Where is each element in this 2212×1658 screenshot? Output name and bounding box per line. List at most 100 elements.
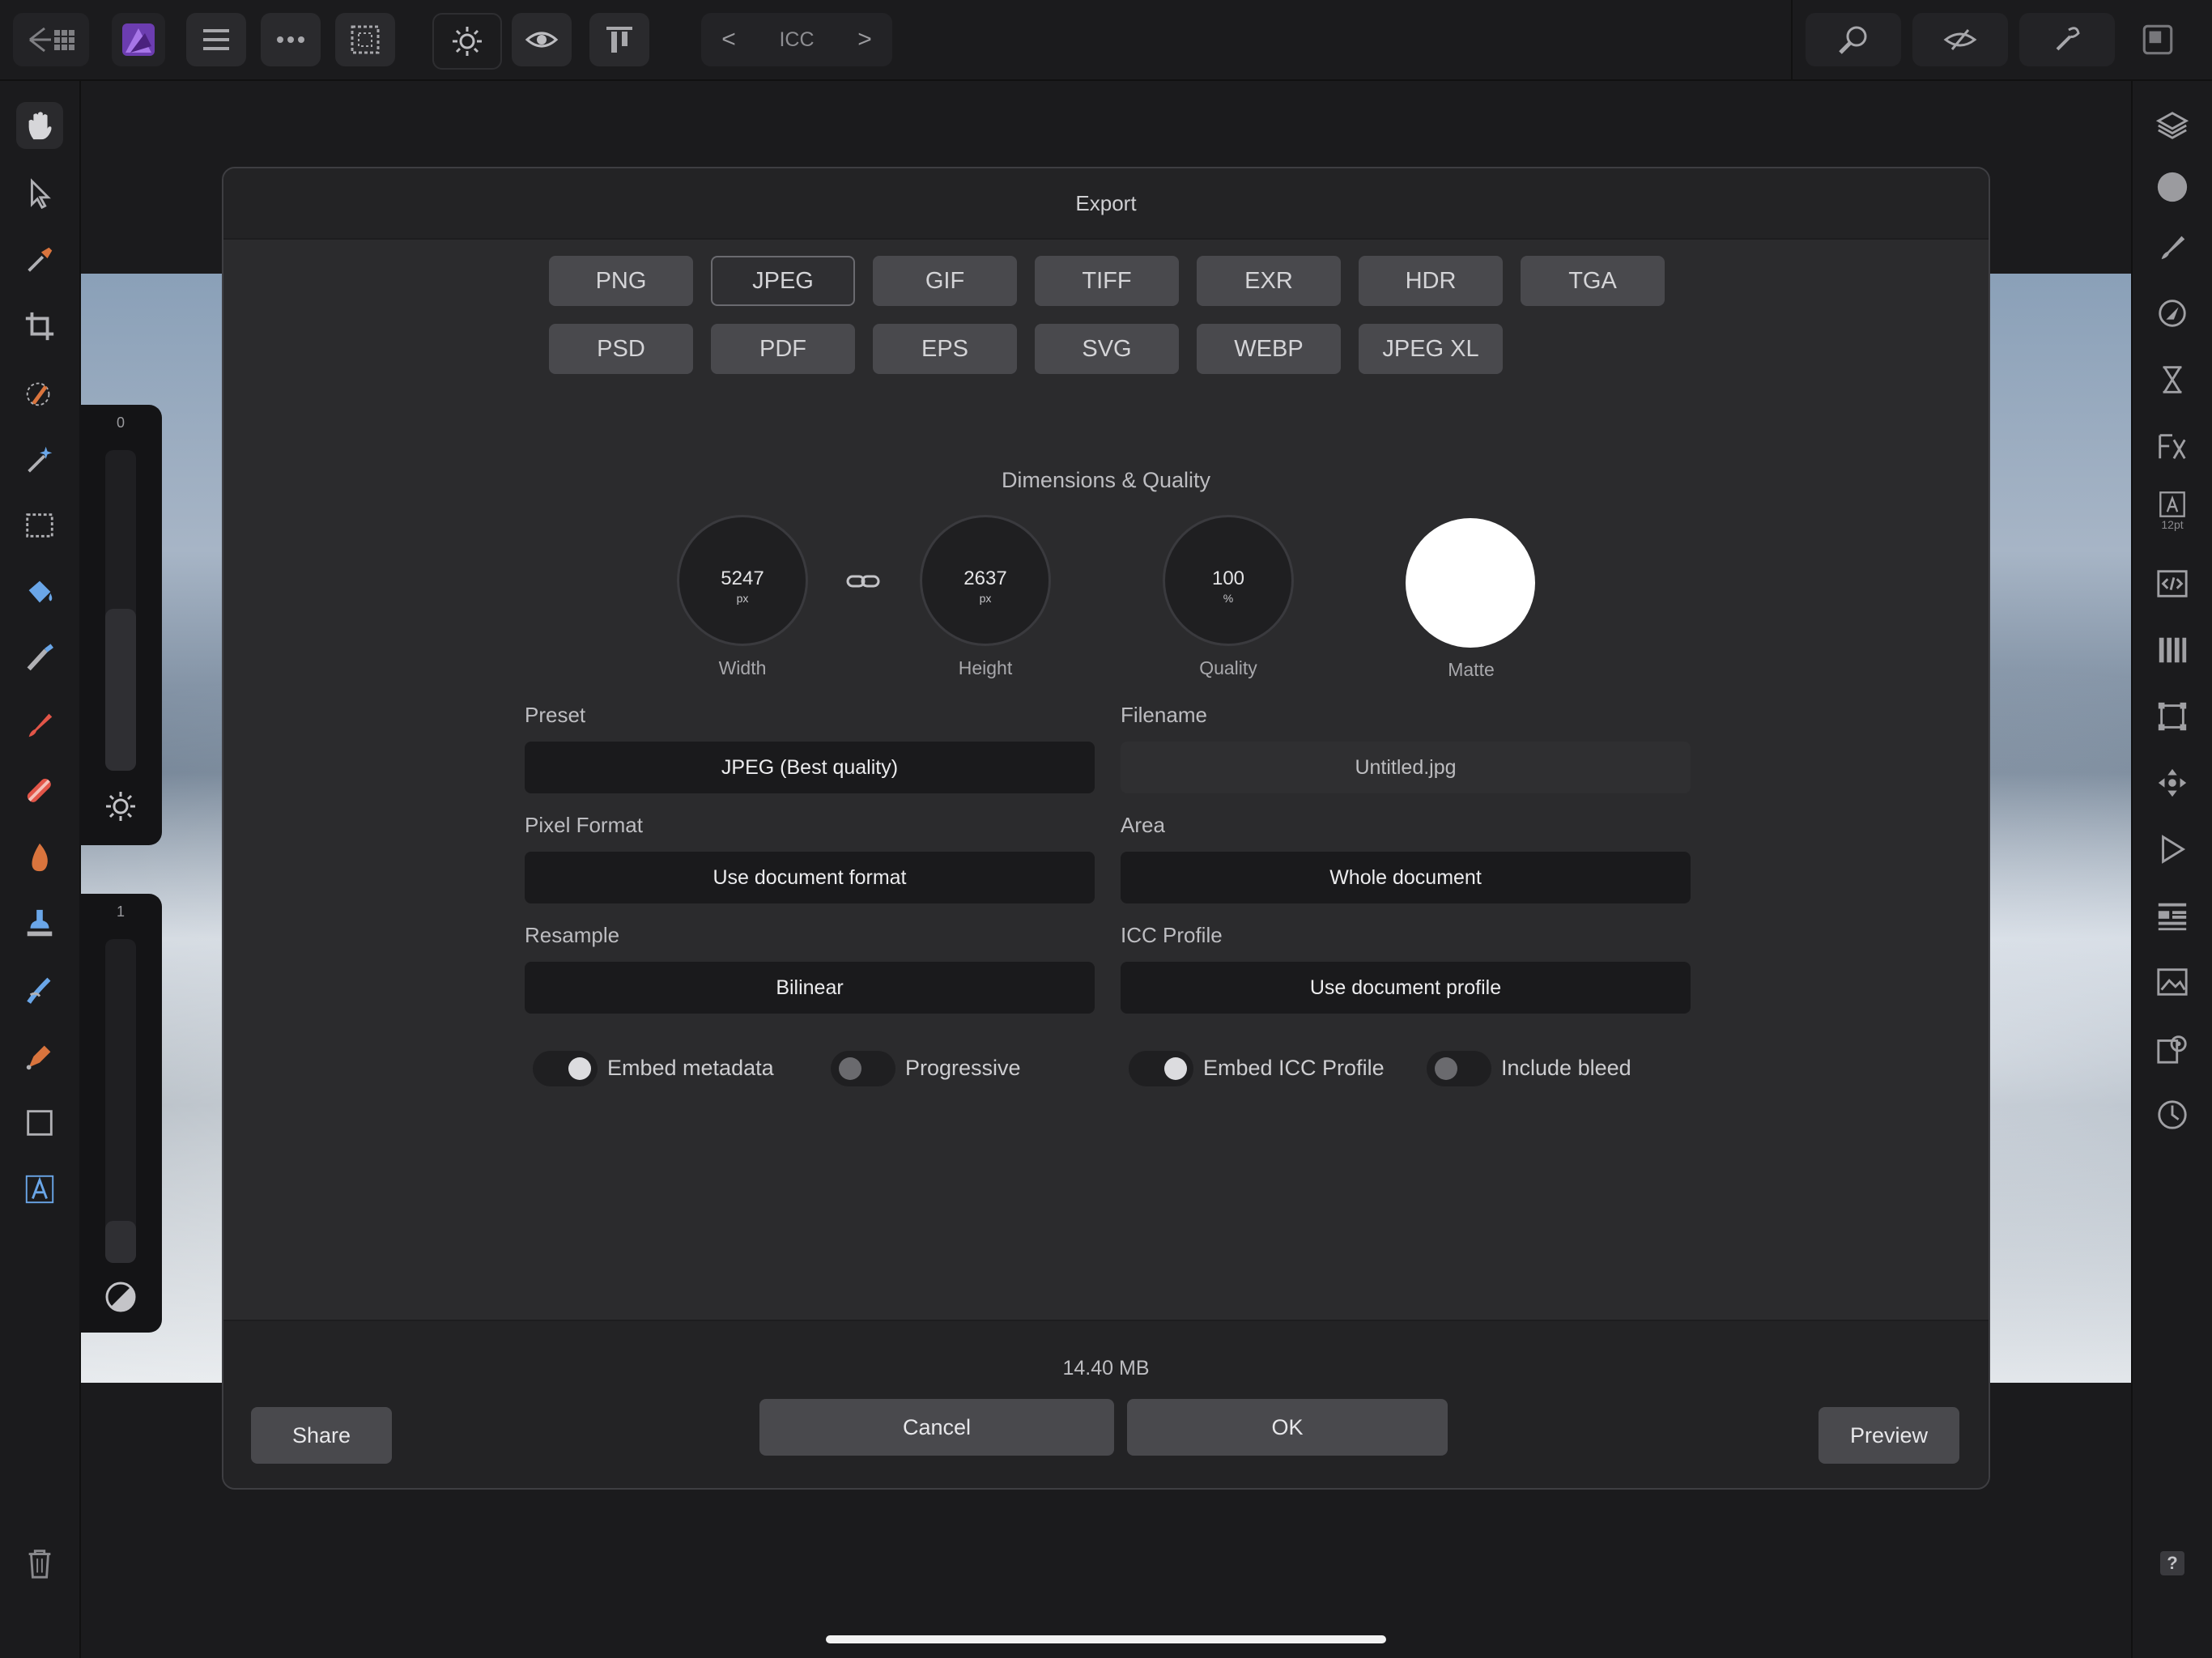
icc-label: ICC xyxy=(779,28,815,51)
preset-dropdown[interactable]: JPEG (Best quality) xyxy=(525,742,1095,793)
brushes-studio-button[interactable] xyxy=(2149,223,2196,270)
filename-input[interactable]: Untitled.jpg xyxy=(1121,742,1691,793)
character-studio-button[interactable]: 12pt xyxy=(2149,487,2196,534)
previous-button[interactable]: < xyxy=(713,26,745,53)
stock-studio-button[interactable] xyxy=(2149,959,2196,1005)
marquee-tool[interactable] xyxy=(16,502,63,549)
selection-brush-tool[interactable] xyxy=(16,369,63,416)
matte-color-swatch[interactable] xyxy=(1406,518,1535,648)
pixel-format-dropdown[interactable]: Use document format xyxy=(525,852,1095,903)
view-tool[interactable] xyxy=(16,102,63,149)
width-dial[interactable]: 5247 px xyxy=(677,515,808,646)
crop-tool[interactable] xyxy=(16,303,63,350)
format-exr-button[interactable]: EXR xyxy=(1197,256,1341,306)
preview-button[interactable]: Preview xyxy=(1819,1407,1959,1464)
format-eps-button[interactable]: EPS xyxy=(873,324,1017,374)
macro-play-button[interactable] xyxy=(2149,826,2196,873)
area-dropdown[interactable]: Whole document xyxy=(1121,852,1691,903)
format-pdf-button[interactable]: PDF xyxy=(711,324,855,374)
shape-tool[interactable] xyxy=(16,1099,63,1146)
embed-icc-profile-toggle[interactable] xyxy=(1129,1051,1193,1086)
quality-dial[interactable]: 100 % xyxy=(1163,515,1294,646)
filename-label: Filename xyxy=(1121,703,1207,727)
quality-label: Quality xyxy=(1199,657,1257,678)
delete-button[interactable] xyxy=(16,1540,63,1587)
format-gif-button[interactable]: GIF xyxy=(873,256,1017,306)
flood-select-tool[interactable] xyxy=(16,436,63,483)
clone-tool[interactable] xyxy=(16,900,63,947)
format-svg-button[interactable]: SVG xyxy=(1035,324,1179,374)
pixel-format-label: Pixel Format xyxy=(525,813,643,837)
channels-studio-button[interactable] xyxy=(2149,627,2196,674)
format-jpeg-button[interactable]: JPEG xyxy=(711,256,855,306)
main-menu-button[interactable] xyxy=(186,13,246,66)
format-png-button[interactable]: PNG xyxy=(549,256,693,306)
icc-profile-dropdown[interactable]: Use document profile xyxy=(1121,962,1691,1014)
view-button[interactable] xyxy=(512,13,572,66)
resample-dropdown[interactable]: Bilinear xyxy=(525,962,1095,1014)
ok-button[interactable]: OK xyxy=(1127,1399,1448,1456)
navigator-studio-button[interactable] xyxy=(2149,759,2196,806)
color-studio-button[interactable] xyxy=(2149,164,2196,210)
format-jpeg-xl-button[interactable]: JPEG XL xyxy=(1359,324,1503,374)
effects-studio-button[interactable] xyxy=(2149,423,2196,470)
paint-brush-tool[interactable] xyxy=(16,701,63,748)
export-dialog: Export PNG JPEG GIF TIFF EXR HDR TGA PSD… xyxy=(222,167,1990,1490)
format-hdr-button[interactable]: HDR xyxy=(1359,256,1503,306)
magic-wand-icon xyxy=(28,446,53,473)
brightness-icon xyxy=(453,27,482,56)
flood-fill-icon xyxy=(28,580,53,603)
history-timer-button[interactable] xyxy=(2149,356,2196,403)
window-button[interactable] xyxy=(2139,21,2176,58)
history-studio-button[interactable] xyxy=(2149,1091,2196,1138)
layers-studio-button[interactable] xyxy=(2149,102,2196,149)
persona-button[interactable] xyxy=(112,13,165,66)
transform-icon xyxy=(2158,702,2187,731)
include-bleed-toggle[interactable] xyxy=(1427,1051,1491,1086)
progressive-toggle[interactable] xyxy=(831,1051,895,1086)
brush-opacity-slider[interactable]: 1 xyxy=(79,894,162,1333)
embed-metadata-toggle[interactable] xyxy=(533,1051,598,1086)
color-picker-tool[interactable] xyxy=(16,236,63,283)
assistant-button[interactable] xyxy=(2019,13,2115,66)
quick-adjust-button[interactable] xyxy=(432,13,502,70)
transform-studio-button[interactable] xyxy=(2149,693,2196,740)
slider-thumb[interactable] xyxy=(105,609,136,771)
link-dimensions-toggle[interactable] xyxy=(845,563,881,599)
cancel-button[interactable]: Cancel xyxy=(759,1399,1114,1456)
view-mode-button[interactable] xyxy=(1912,13,2008,66)
slider-thumb[interactable] xyxy=(105,1221,136,1263)
move-tool[interactable] xyxy=(16,170,63,217)
help-button[interactable]: ? xyxy=(2149,1540,2196,1587)
pen-tool[interactable] xyxy=(16,1033,63,1080)
adjustments-icon xyxy=(2159,300,2186,327)
section-title: Dimensions & Quality xyxy=(1001,468,1211,492)
format-tga-button[interactable]: TGA xyxy=(1521,256,1665,306)
format-psd-button[interactable]: PSD xyxy=(549,324,693,374)
text-tool[interactable] xyxy=(16,1166,63,1213)
macros-studio-button[interactable] xyxy=(2149,560,2196,607)
brush-width-slider[interactable]: 0 xyxy=(79,405,162,845)
export-persona-settings-button[interactable] xyxy=(2149,1025,2196,1072)
adjustments-studio-button[interactable] xyxy=(2149,290,2196,337)
next-button[interactable]: > xyxy=(849,26,881,53)
smudge-tool[interactable] xyxy=(16,967,63,1014)
format-webp-button[interactable]: WEBP xyxy=(1197,324,1341,374)
height-dial[interactable]: 2637 px xyxy=(920,515,1051,646)
library-studio-button[interactable] xyxy=(2149,892,2196,939)
top-toolbar: < ICC > xyxy=(0,0,2212,81)
slider-track[interactable] xyxy=(105,939,136,1263)
share-button[interactable]: Share xyxy=(251,1407,392,1464)
paint-mixer-tool[interactable] xyxy=(16,635,63,682)
healing-brush-tool[interactable] xyxy=(16,767,63,814)
selection-button[interactable] xyxy=(335,13,395,66)
back-to-documents-button[interactable] xyxy=(13,13,89,66)
zoom-button[interactable] xyxy=(1806,13,1901,66)
burn-tool[interactable] xyxy=(16,834,63,881)
affinity-photo-logo xyxy=(122,23,155,56)
more-button[interactable] xyxy=(261,13,321,66)
align-button[interactable] xyxy=(589,13,649,66)
paint-brush-icon xyxy=(28,713,53,738)
format-tiff-button[interactable]: TIFF xyxy=(1035,256,1179,306)
flood-fill-tool[interactable] xyxy=(16,568,63,615)
